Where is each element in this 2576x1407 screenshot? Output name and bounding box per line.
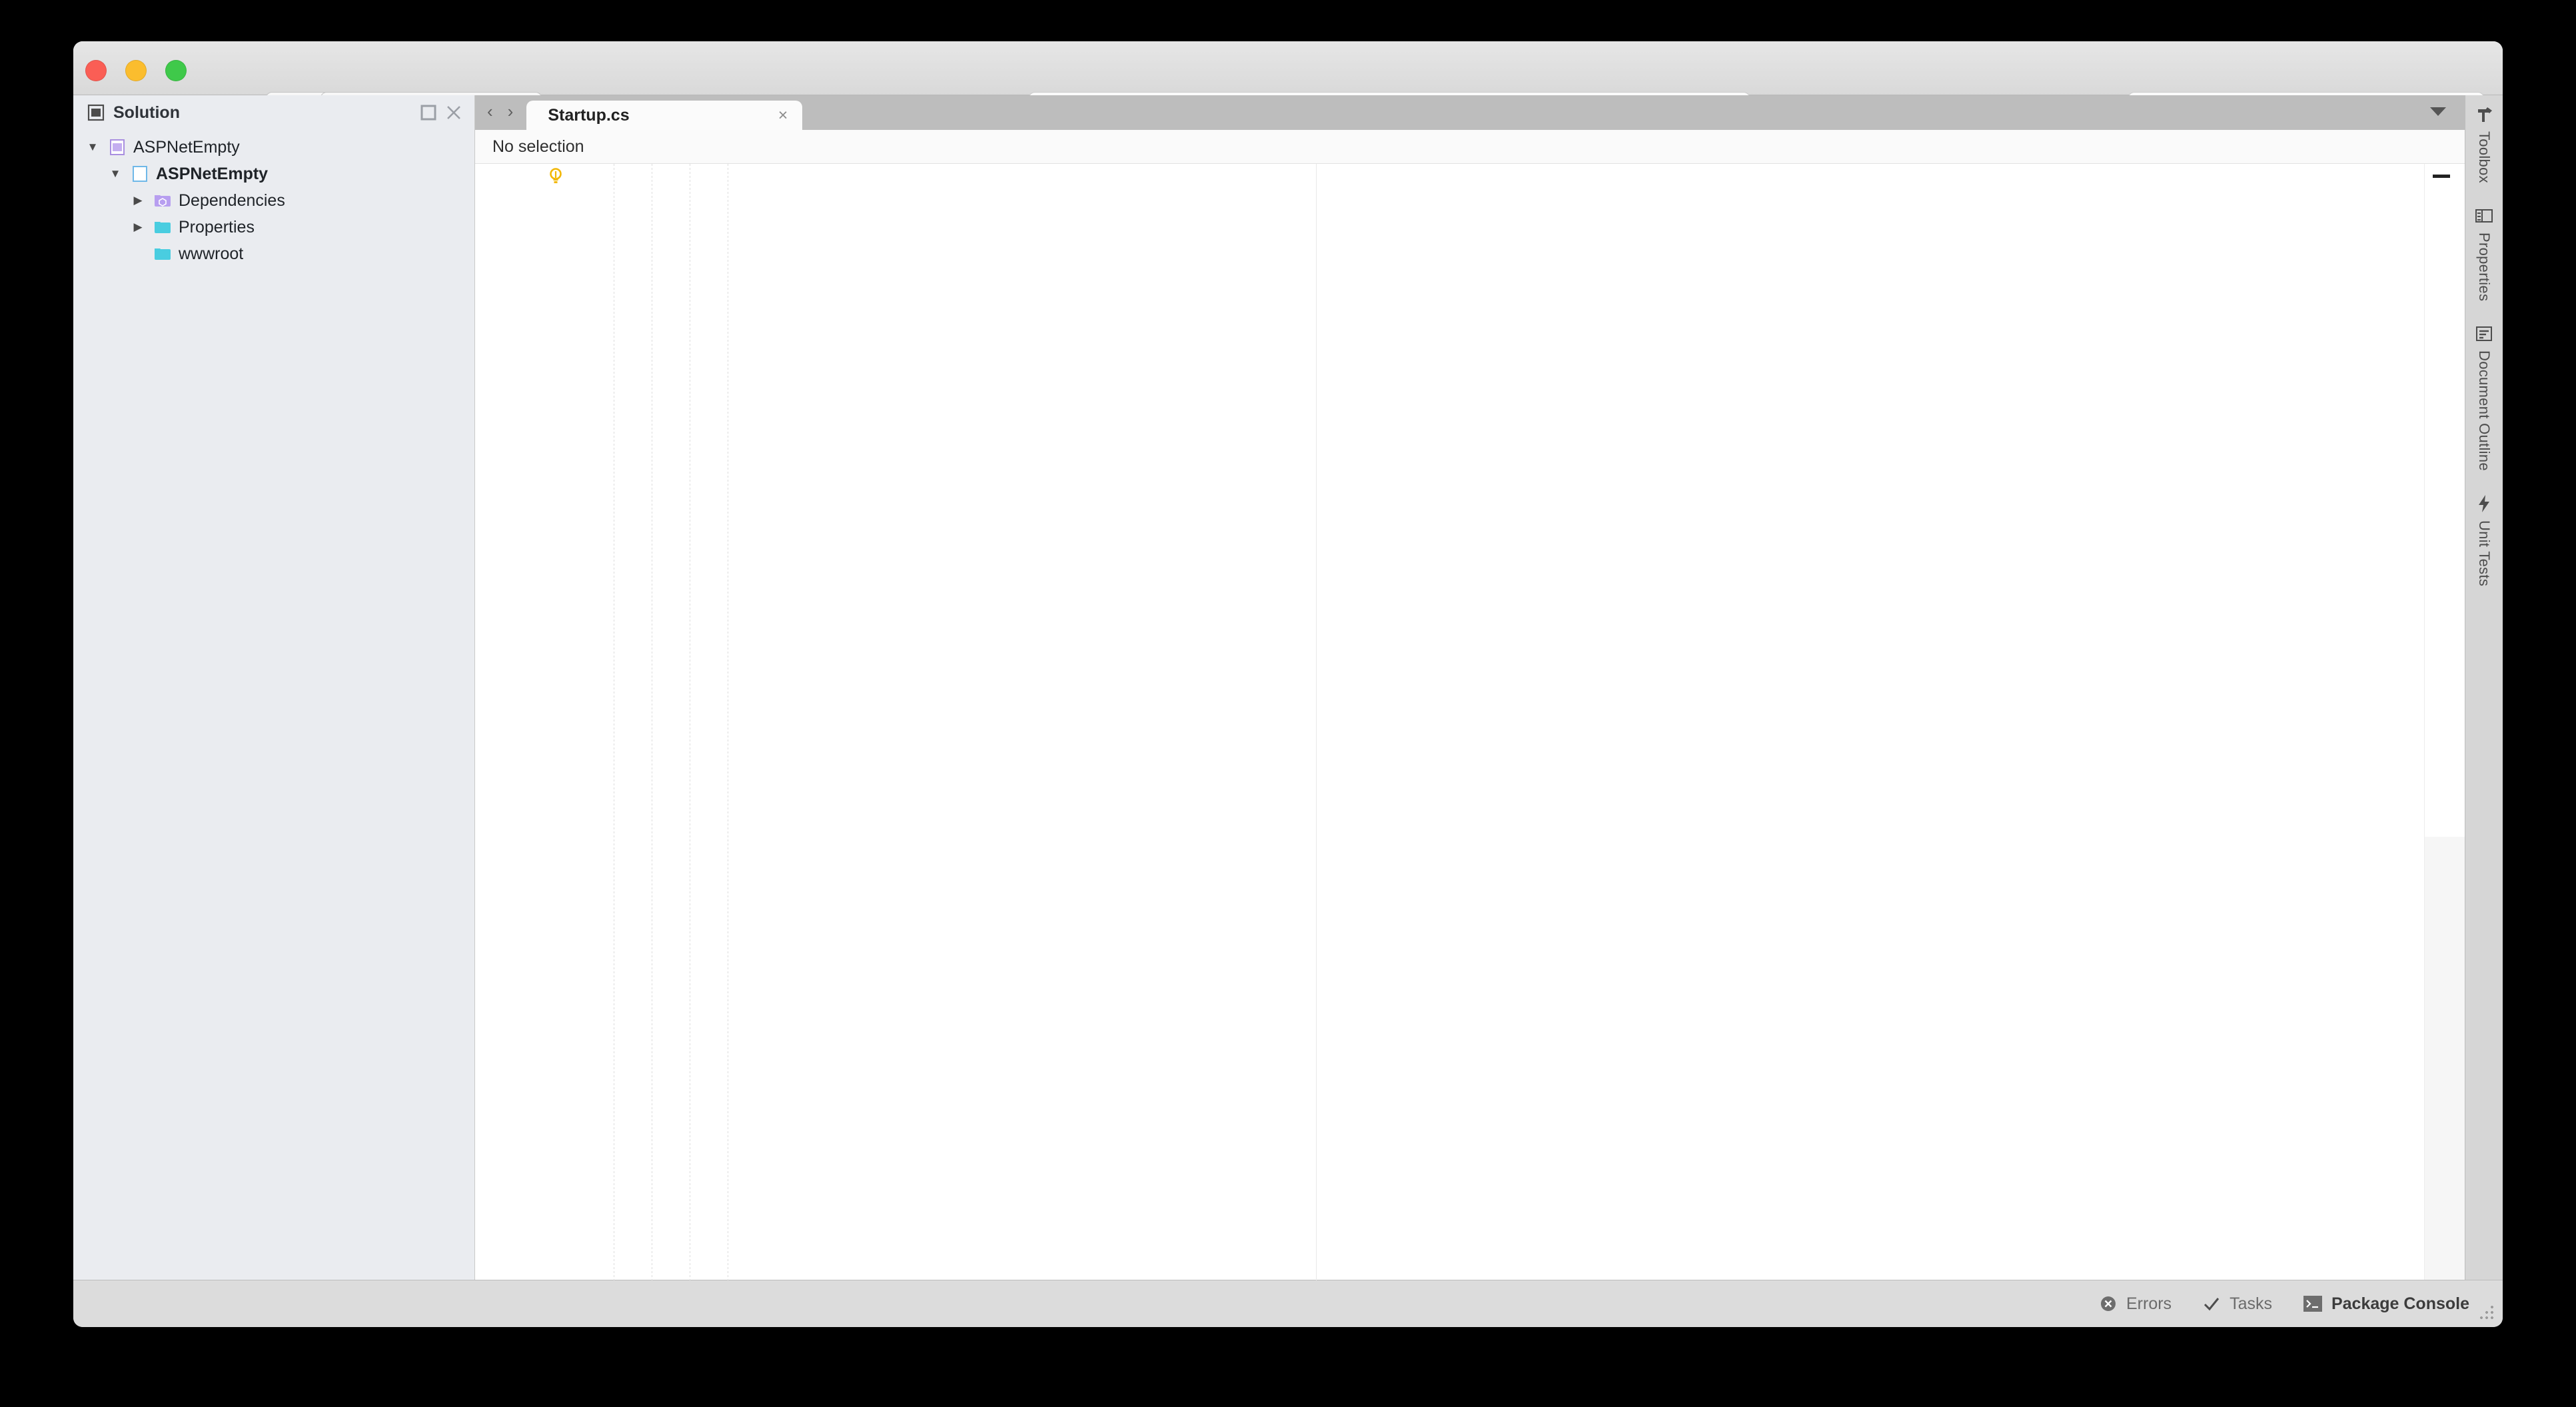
editor-column: ‹ › Startup.cs × No selection [475,95,2465,1280]
nav-forward-button[interactable]: › [508,101,514,122]
main-content-row: Solution ▼ ASPNetEmpty ▼ ASPNetEmpty ▶ Depend… [73,95,2503,1280]
rail-label: Toolbox [2476,131,2493,183]
tree-item-label: Dependencies [179,191,285,210]
document-outline-icon [2476,326,2492,342]
solution-icon [87,104,105,121]
twisty-expanded-icon[interactable]: ▼ [84,141,101,154]
project-icon [133,166,147,182]
terminal-icon [2303,1296,2322,1312]
tree-item-label: ASPNetEmpty [156,164,269,183]
dependencies-icon [153,191,172,210]
resize-grip[interactable] [2479,1304,2496,1322]
close-window-button[interactable] [85,60,107,81]
line-number-gutter [475,164,544,1280]
folder-icon [155,222,171,233]
status-package-console[interactable]: Package Console [2303,1294,2469,1314]
minimize-window-button[interactable] [125,60,147,81]
twisty-collapsed-icon[interactable]: ▶ [129,194,147,207]
status-label: Errors [2126,1294,2172,1313]
code-text-area[interactable] [568,164,2424,1280]
tab-close-button[interactable]: × [778,106,788,125]
rail-item-document-outline[interactable]: Document Outline [2474,324,2494,471]
status-errors[interactable]: Errors [2099,1294,2172,1314]
tree-item-wwwroot[interactable]: ▶wwwroot [73,240,474,267]
tab-startup-cs[interactable]: Startup.cs × [526,101,803,130]
rail-label: Properties [2476,232,2493,302]
status-label: Tasks [2230,1294,2272,1313]
solution-icon [108,138,127,157]
check-icon [2204,1298,2220,1311]
chevron-down-icon [2430,107,2446,116]
close-icon [447,106,460,119]
status-tasks[interactable]: Tasks [2202,1294,2272,1314]
project-icon [131,165,149,183]
pin-pad-button[interactable] [420,104,437,121]
tree-item-aspnetempty[interactable]: ▼ ASPNetEmpty [73,161,474,187]
overview-marker [2433,175,2450,178]
solution-pad-title: Solution [113,103,180,122]
tree-item-label: ASPNetEmpty [133,137,240,157]
editor-overview-scrollbar[interactable] [2424,164,2465,1280]
code-editor[interactable] [475,164,2465,1280]
tab-nav-arrows: ‹ › [475,101,526,130]
tree-item-label: wwwroot [179,244,244,263]
nav-back-button[interactable]: ‹ [487,101,493,122]
lightbulb-icon[interactable] [546,166,566,189]
properties-icon [2475,209,2493,223]
document-tab-bar: ‹ › Startup.cs × [475,95,2465,130]
right-pad-rail: Toolbox Properties Document Outline Unit… [2465,95,2503,1280]
solution-tree: ▼ ASPNetEmpty ▼ ASPNetEmpty ▶ Dependencies ▶ Pr… [73,130,474,267]
close-pad-button[interactable] [445,104,462,121]
solution-pad: Solution ▼ ASPNetEmpty ▼ ASPNetEmpty ▶ Depend… [73,95,475,1280]
tab-label: Startup.cs [548,105,630,125]
zoom-window-button[interactable] [165,60,187,81]
breadcrumb-label: No selection [492,137,584,156]
status-label: Package Console [2331,1294,2469,1313]
editor-breadcrumb-bar[interactable]: No selection [475,130,2465,164]
tab-list-dropdown-button[interactable] [2429,105,2447,121]
tree-item-properties[interactable]: ▶ Properties [73,214,474,240]
twisty-expanded-icon[interactable]: ▼ [107,167,124,181]
solution-icon [110,139,125,155]
vs-mac-window: Debug › Default Visual Studio Community … [73,41,2503,1327]
rail-item-unit-tests[interactable]: Unit Tests [2474,494,2494,586]
error-circle-icon [2101,1296,2116,1311]
twisty-collapsed-icon[interactable]: ▶ [129,221,147,234]
window-controls [85,60,187,81]
hammer-icon [2478,107,2492,122]
folder-icon [155,248,171,260]
lightning-icon [2479,495,2489,513]
scrollbar-thumb[interactable] [2425,164,2465,837]
quick-fix-column [544,164,568,1280]
column-ruler [1316,164,1317,1280]
rail-label: Document Outline [2476,350,2493,472]
tree-item-label: Properties [179,217,255,236]
status-bar: Errors Tasks Package Console [73,1280,2503,1327]
tree-item-dependencies[interactable]: ▶ Dependencies [73,187,474,214]
rail-item-properties[interactable]: Properties [2474,206,2494,301]
tree-item-aspnetempty[interactable]: ▼ ASPNetEmpty [73,134,474,161]
title-bar: Debug › Default Visual Studio Community … [73,41,2503,132]
rail-item-toolbox[interactable]: Toolbox [2474,105,2494,183]
solution-pad-header: Solution [73,95,474,130]
dock-square-icon [420,105,436,121]
folder-icon [153,244,172,263]
dependencies-icon [155,195,171,207]
rail-label: Unit Tests [2476,520,2493,587]
folder-icon [153,218,172,236]
